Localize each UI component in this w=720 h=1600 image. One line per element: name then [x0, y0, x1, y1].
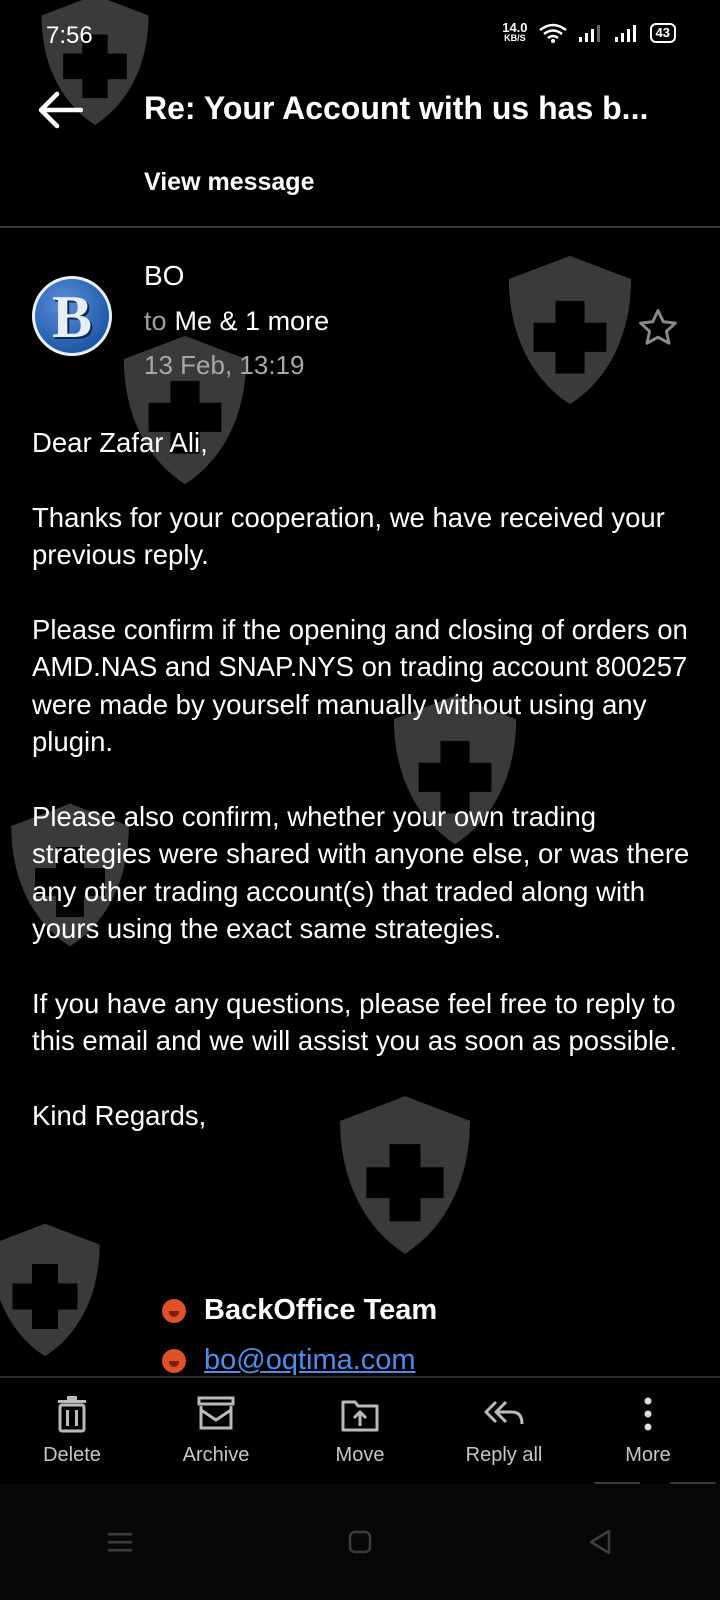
archive-label: Archive — [182, 1444, 250, 1466]
bottom-action-bar: Delete Archive Move Reply all More — [0, 1376, 720, 1482]
arrow-back-icon — [38, 91, 83, 129]
signature-name: BackOffice Team — [204, 1294, 438, 1326]
archive-icon — [197, 1396, 235, 1430]
star-icon — [639, 309, 677, 345]
recipients-line[interactable]: to Me & 1 more — [144, 306, 329, 337]
trash-icon — [58, 1396, 86, 1433]
recipients: Me & 1 more — [174, 306, 330, 336]
wifi-icon — [538, 23, 567, 43]
header-divider — [0, 226, 720, 228]
shield-watermark-icon — [0, 1223, 100, 1357]
signature-email-link[interactable]: bo@oqtima.com — [204, 1344, 416, 1377]
menu-icon[interactable] — [103, 1525, 137, 1559]
home-icon[interactable] — [343, 1525, 377, 1559]
status-time: 7:56 — [46, 22, 93, 49]
more-vert-icon — [644, 1397, 652, 1431]
delete-button[interactable]: Delete — [7, 1392, 137, 1467]
body-paragraph: Thanks for your cooperation, we have rec… — [32, 501, 665, 571]
star-button[interactable] — [636, 306, 680, 350]
signal-icon — [614, 25, 636, 42]
signal-icon — [578, 25, 600, 42]
view-message-link[interactable]: View message — [144, 168, 314, 197]
reply-all-icon — [484, 1400, 524, 1425]
sender-name[interactable]: BO — [144, 260, 184, 292]
move-icon — [341, 1400, 379, 1432]
signature-email-row[interactable]: bo@oqtima.com — [162, 1344, 416, 1377]
move-label: Move — [335, 1444, 385, 1466]
archive-button[interactable]: Archive — [151, 1392, 281, 1467]
delete-label: Delete — [43, 1444, 101, 1466]
avatar-letter: B — [51, 283, 93, 350]
body-paragraph: Kind Regards, — [32, 1099, 207, 1131]
network-speed-value: 14.0 — [502, 20, 528, 35]
status-icons: 14.0 KB/S 43 — [502, 20, 676, 44]
emoji-icon — [162, 1298, 186, 1323]
body-paragraph: If you have any questions, please feel f… — [32, 987, 678, 1057]
email-body: Dear Zafar Ali, Thanks for your cooperat… — [32, 424, 692, 1171]
more-label: More — [625, 1444, 671, 1466]
back-button[interactable] — [30, 80, 90, 140]
back-nav-icon[interactable] — [583, 1525, 617, 1559]
emoji-icon — [162, 1348, 186, 1373]
network-speed: 14.0 KB/S — [502, 20, 528, 44]
more-button[interactable]: More — [583, 1392, 713, 1467]
email-subject: Re: Your Account with us has b... — [144, 90, 649, 126]
signature-name-row: BackOffice Team — [162, 1294, 437, 1327]
email-view-screen: 7:56 14.0 KB/S 43 Re: Your Account with … — [0, 0, 720, 1600]
shield-watermark-icon — [508, 255, 632, 405]
body-paragraph: Dear Zafar Ali, — [32, 427, 208, 458]
reply-all-label: Reply all — [465, 1444, 543, 1466]
to-label: to — [144, 306, 167, 336]
move-button[interactable]: Move — [295, 1392, 425, 1467]
body-paragraph: Please confirm if the opening and closin… — [32, 613, 688, 758]
sender-avatar[interactable]: B — [32, 276, 112, 356]
system-nav-bar — [0, 1484, 720, 1600]
email-date: 13 Feb, 13:19 — [144, 350, 305, 380]
battery-icon: 43 — [649, 23, 676, 43]
body-paragraph: Please also confirm, whether your own tr… — [32, 800, 690, 945]
network-speed-unit: KB/S — [504, 33, 526, 43]
reply-all-button[interactable]: Reply all — [439, 1392, 569, 1467]
